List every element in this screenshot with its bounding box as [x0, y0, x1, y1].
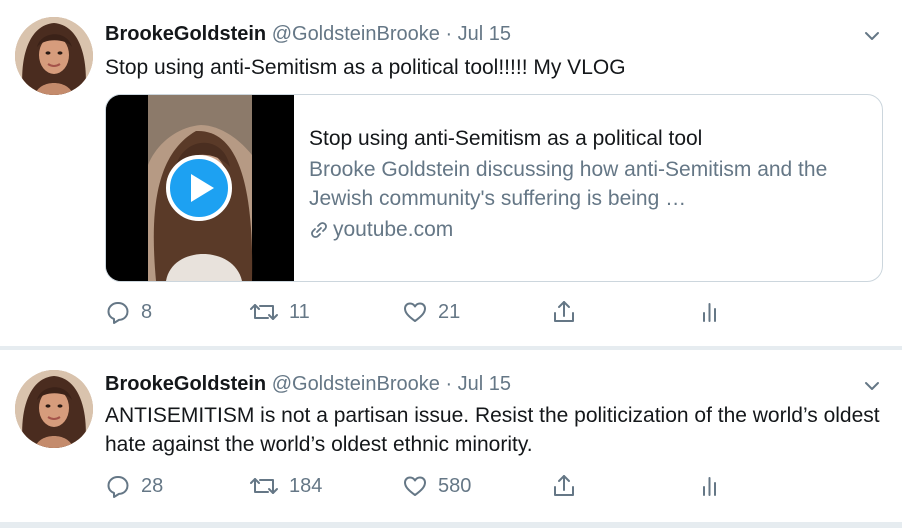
- tweet-text: ANTISEMITISM is not a partisan issue. Re…: [105, 404, 880, 456]
- reply-button[interactable]: 8: [105, 297, 152, 327]
- share-icon: [554, 301, 574, 322]
- reply-button[interactable]: 28: [105, 471, 163, 501]
- like-count: 21: [438, 300, 461, 323]
- tweet-date[interactable]: Jul 15: [458, 373, 511, 395]
- tweet-date[interactable]: Jul 15: [458, 23, 511, 45]
- like-count: 580: [438, 474, 472, 497]
- tweet-header: BrookeGoldstein @GoldsteinBrooke · Jul 1…: [105, 22, 511, 46]
- like-button[interactable]: 21: [402, 297, 460, 327]
- retweet-icon: [250, 478, 278, 494]
- reply-count: 8: [141, 300, 153, 323]
- share-icon: [554, 475, 574, 496]
- link-icon: [311, 221, 327, 238]
- analytics-icon: [703, 303, 716, 322]
- retweet-count: 184: [289, 474, 323, 497]
- author-handle[interactable]: @GoldsteinBrooke: [272, 23, 440, 45]
- share-button[interactable]: [551, 297, 577, 327]
- tweet-actions: 28 184 580: [105, 471, 785, 501]
- reply-count: 28: [141, 474, 164, 497]
- card-domain-text: youtube.com: [333, 218, 454, 241]
- retweet-count: 11: [289, 300, 310, 323]
- analytics-button[interactable]: [700, 471, 722, 501]
- avatar[interactable]: [15, 370, 93, 448]
- reply-icon: [107, 302, 129, 324]
- tweet-text: Stop using anti-Semitism as a political …: [105, 56, 626, 79]
- link-card[interactable]: Stop using anti-Semitism as a political …: [105, 94, 883, 282]
- like-icon: [404, 302, 426, 322]
- analytics-icon: [703, 477, 716, 496]
- reply-icon: [107, 476, 129, 498]
- retweet-icon: [250, 304, 278, 320]
- card-description: Brooke Goldstein discussing how anti-Sem…: [309, 158, 828, 210]
- card-text: Stop using anti-Semitism as a political …: [309, 125, 874, 244]
- analytics-button[interactable]: [700, 297, 722, 327]
- retweet-button[interactable]: 11: [249, 297, 310, 327]
- tweet-actions: 8 11 21: [105, 297, 785, 327]
- card-video-thumbnail[interactable]: [106, 95, 294, 281]
- tweet-divider: [0, 522, 902, 528]
- chevron-down-icon[interactable]: [862, 376, 882, 396]
- separator-dot: ·: [445, 23, 453, 45]
- card-title: Stop using anti-Semitism as a political …: [309, 127, 703, 150]
- tweet[interactable]: BrookeGoldstein @GoldsteinBrooke · Jul 1…: [0, 350, 902, 522]
- tweet[interactable]: BrookeGoldstein @GoldsteinBrooke · Jul 1…: [0, 0, 902, 346]
- author-handle[interactable]: @GoldsteinBrooke: [272, 373, 440, 395]
- avatar[interactable]: [15, 17, 93, 95]
- separator-dot: ·: [445, 373, 453, 395]
- tweet-header: BrookeGoldstein @GoldsteinBrooke · Jul 1…: [105, 372, 511, 396]
- like-button[interactable]: 580: [402, 471, 471, 501]
- author-name[interactable]: BrookeGoldstein: [105, 23, 266, 45]
- chevron-down-icon[interactable]: [862, 26, 882, 46]
- play-icon[interactable]: [166, 155, 232, 221]
- share-button[interactable]: [551, 471, 577, 501]
- like-icon: [404, 476, 426, 496]
- author-name[interactable]: BrookeGoldstein: [105, 373, 266, 395]
- card-domain: youtube.com: [309, 215, 874, 244]
- retweet-button[interactable]: 184: [249, 471, 322, 501]
